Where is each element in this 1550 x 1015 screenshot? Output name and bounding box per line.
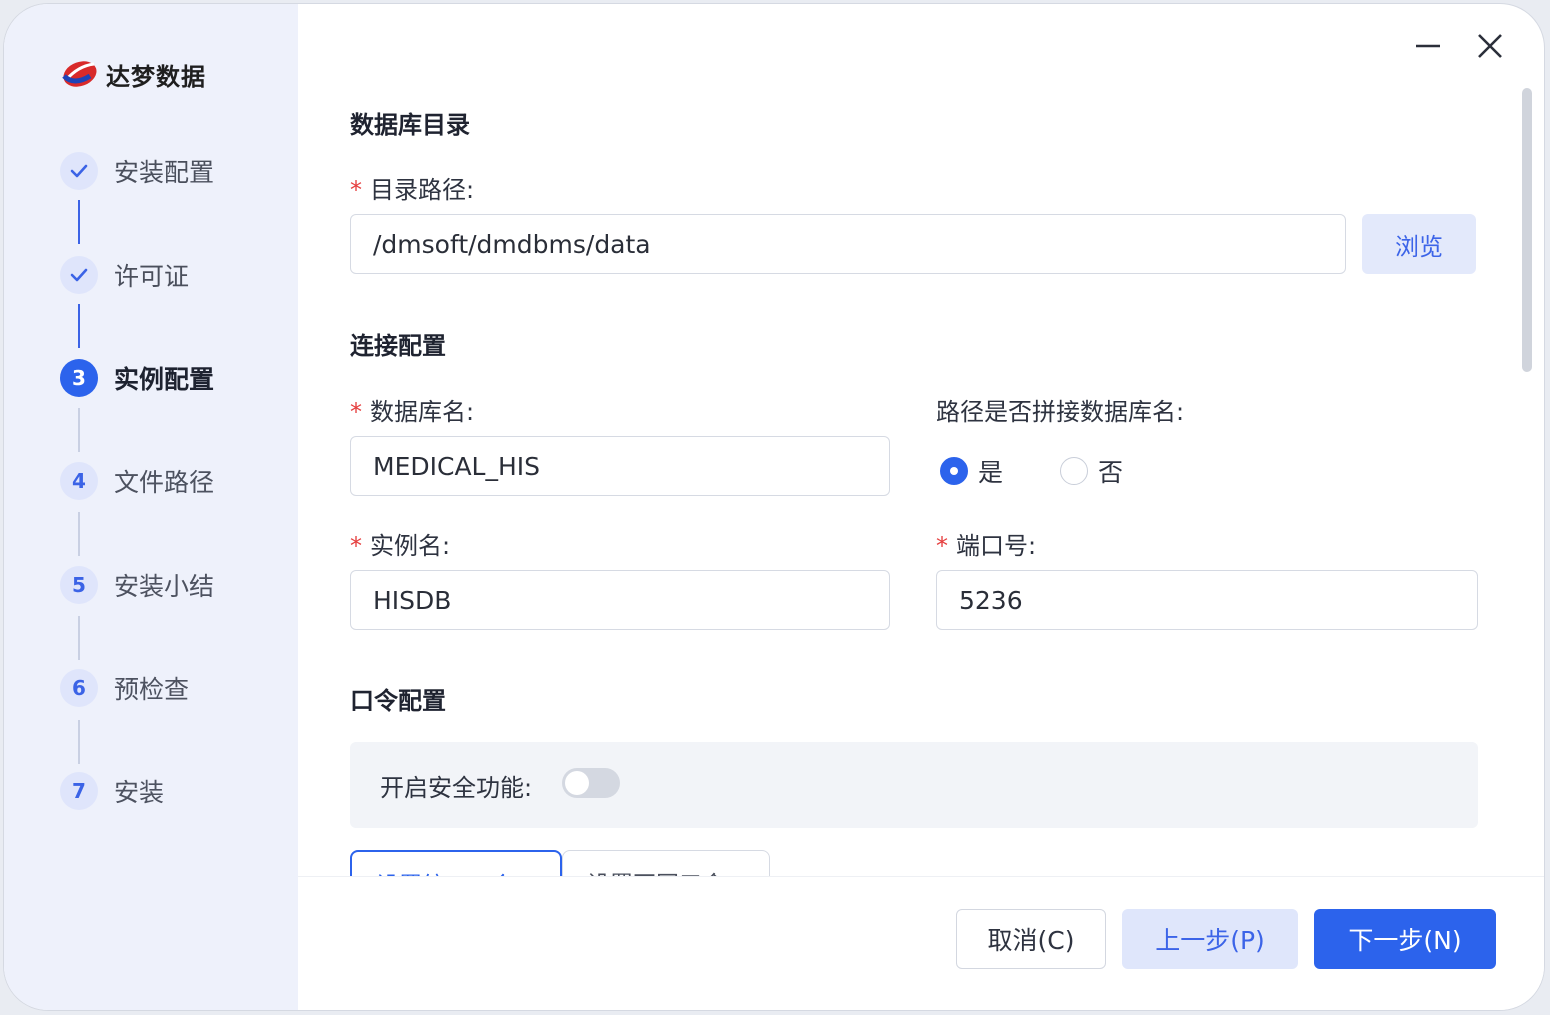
security-toggle-label: 开启安全功能:	[380, 774, 533, 802]
tab-unified-password[interactable]: 设置统一口令	[350, 850, 562, 876]
radio-button-checked[interactable]	[940, 457, 968, 485]
minimize-button[interactable]	[1410, 28, 1446, 64]
step-number: 6	[60, 669, 98, 707]
brand-logo: 达梦数据	[60, 56, 206, 92]
step-label: 文件路径	[114, 468, 215, 497]
step-instance-config[interactable]: 3 实例配置	[60, 359, 214, 397]
step-connector	[78, 304, 80, 348]
password-tabs: 设置统一口令 设置不同口令	[350, 850, 790, 876]
step-label: 实例配置	[114, 365, 215, 394]
step-connector	[78, 408, 80, 452]
step-install-config[interactable]: 安装配置	[60, 152, 214, 190]
step-connector	[78, 720, 80, 764]
scrollbar[interactable]	[1522, 88, 1532, 372]
required-asterisk: *	[936, 532, 948, 560]
browse-button[interactable]: 浏览	[1362, 214, 1476, 274]
step-done-circle	[60, 152, 98, 190]
prev-button[interactable]: 上一步(P)	[1122, 909, 1298, 969]
tab-separate-password[interactable]: 设置不同口令	[562, 850, 770, 876]
check-icon	[70, 164, 88, 178]
security-toggle[interactable]	[562, 768, 620, 798]
footer-bar: 取消(C) 上一步(P) 下一步(N)	[298, 876, 1544, 1010]
step-summary[interactable]: 5 安装小结	[60, 566, 214, 604]
step-connector	[78, 616, 80, 660]
radio-button-unchecked[interactable]	[1060, 457, 1088, 485]
step-connector	[78, 512, 80, 556]
step-done-circle	[60, 256, 98, 294]
radio-label: 否	[1098, 458, 1124, 487]
step-number: 7	[60, 772, 98, 810]
port-input[interactable]: 5236	[936, 570, 1478, 630]
db-name-input[interactable]: MEDICAL_HIS	[350, 436, 890, 496]
step-number: 3	[60, 359, 98, 397]
next-button[interactable]: 下一步(N)	[1314, 909, 1496, 969]
step-label: 安装配置	[114, 158, 215, 187]
section-title-db-dir: 数据库目录	[350, 111, 470, 139]
step-label: 预检查	[114, 675, 190, 704]
required-asterisk: *	[350, 398, 362, 426]
step-label: 安装	[114, 778, 165, 807]
append-dbname-label: 路径是否拼接数据库名:	[936, 398, 1185, 426]
close-icon	[1478, 34, 1502, 58]
radio-append-yes[interactable]: 是	[940, 453, 1003, 489]
sidebar: 达梦数据 安装配置 许可证 3 实例配置 4 文件路径 5 安装小结 6 预检查…	[4, 4, 298, 1010]
dir-path-input[interactable]: /dmsoft/dmdbms/data	[350, 214, 1346, 274]
dameng-logo-icon	[62, 61, 97, 87]
required-asterisk: *	[350, 176, 362, 204]
radio-append-no[interactable]: 否	[1060, 453, 1123, 489]
main-content: 数据库目录 * 目录路径: /dmsoft/dmdbms/data 浏览 连接配置…	[298, 4, 1544, 1010]
close-button[interactable]	[1472, 28, 1508, 64]
instance-name-label: * 实例名:	[350, 532, 451, 560]
radio-label: 是	[978, 458, 1004, 487]
dir-path-label: * 目录路径:	[350, 176, 475, 204]
cancel-button[interactable]: 取消(C)	[956, 909, 1106, 969]
section-title-password: 口令配置	[350, 687, 446, 715]
section-title-connection: 连接配置	[350, 332, 446, 360]
step-install[interactable]: 7 安装	[60, 772, 164, 810]
step-label: 安装小结	[114, 572, 215, 601]
port-label: * 端口号:	[936, 532, 1037, 560]
step-label: 许可证	[114, 262, 190, 291]
brand-name: 达梦数据	[106, 62, 206, 91]
step-license[interactable]: 许可证	[60, 256, 189, 294]
check-icon	[70, 268, 88, 282]
step-number: 4	[60, 462, 98, 500]
required-asterisk: *	[350, 532, 362, 560]
instance-name-input[interactable]: HISDB	[350, 570, 890, 630]
step-connector	[78, 200, 80, 244]
step-precheck[interactable]: 6 预检查	[60, 669, 189, 707]
step-file-path[interactable]: 4 文件路径	[60, 462, 214, 500]
step-number: 5	[60, 566, 98, 604]
security-panel: 开启安全功能:	[350, 742, 1478, 828]
db-name-label: * 数据库名:	[350, 398, 475, 426]
minimize-icon	[1416, 44, 1440, 48]
installer-window: 达梦数据 安装配置 许可证 3 实例配置 4 文件路径 5 安装小结 6 预检查…	[4, 4, 1544, 1010]
